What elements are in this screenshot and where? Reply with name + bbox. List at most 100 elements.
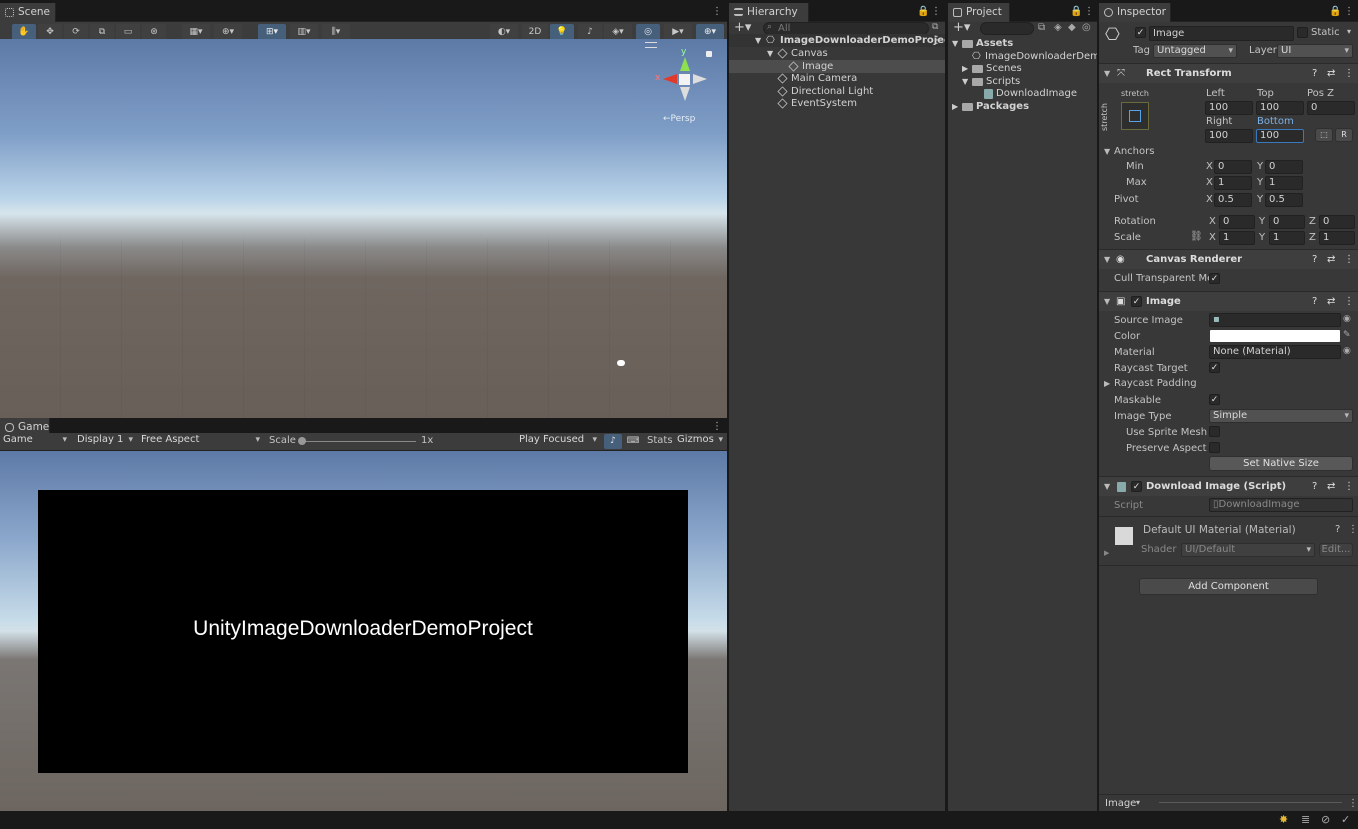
component-menu-icon[interactable]: ⋮ xyxy=(1344,292,1354,312)
mute-audio-icon[interactable]: ♪ xyxy=(604,434,622,449)
right-field[interactable]: 100 xyxy=(1205,129,1253,143)
camera-settings-icon[interactable]: ▶▾ xyxy=(664,24,692,40)
global-toggle-icon[interactable]: ⊕▾ xyxy=(214,24,242,40)
anchor-presets-button[interactable] xyxy=(1121,102,1149,130)
scene-menu-icon[interactable]: ⋮ xyxy=(932,34,942,47)
project-search-input[interactable] xyxy=(980,22,1034,35)
collapse-arrow-icon[interactable]: ▶ xyxy=(962,62,968,75)
scene-visibility-icon[interactable]: ⧉ xyxy=(932,22,938,32)
cull-transparent-checkbox[interactable]: ✓ xyxy=(1209,273,1220,284)
anchors-foldout-icon[interactable]: ▼ xyxy=(1104,147,1110,156)
anchor-max-y-field[interactable]: 1 xyxy=(1265,176,1303,190)
script-enabled-checkbox[interactable]: ✓ xyxy=(1131,481,1142,492)
rotate-tool-icon[interactable]: ⟳ xyxy=(64,24,88,40)
pivot-x-field[interactable]: 0.5 xyxy=(1214,193,1252,207)
snap-toggle-icon[interactable]: ⊞▾ xyxy=(258,24,286,40)
material-foldout-icon[interactable]: ▶ xyxy=(1104,549,1109,557)
help-icon[interactable]: ? xyxy=(1312,250,1317,270)
pivot-y-field[interactable]: 0.5 xyxy=(1265,193,1303,207)
hierarchy-item-scene[interactable]: ▼ ⎔ ImageDownloaderDemoProject ⋮ xyxy=(729,34,945,47)
object-picker-icon[interactable]: ◉ xyxy=(1343,346,1351,356)
foldout-arrow-icon[interactable]: ▼ xyxy=(1104,292,1110,312)
preserve-aspect-checkbox[interactable] xyxy=(1209,442,1220,453)
shading-mode-icon[interactable]: ◐▾ xyxy=(490,24,518,40)
source-image-field[interactable]: ▪ xyxy=(1209,313,1341,327)
rect-transform-header[interactable]: ▼ ⤧ Rect Transform ? ⇄ ⋮ xyxy=(1099,63,1358,83)
foldout-arrow-icon[interactable]: ▼ xyxy=(1104,477,1110,497)
raycast-padding-foldout-icon[interactable]: ▶ xyxy=(1104,379,1110,388)
hierarchy-item-eventsystem[interactable]: EventSystem xyxy=(729,97,945,110)
component-menu-icon[interactable]: ⋮ xyxy=(1344,250,1354,270)
footer-dropdown-icon[interactable]: ▾ xyxy=(1136,798,1140,807)
favorite-icon[interactable]: ◆ xyxy=(1068,22,1076,33)
scene-viewport[interactable]: y x ←Persp xyxy=(0,39,727,418)
rotation-z-field[interactable]: 0 xyxy=(1319,215,1355,229)
create-asset-icon[interactable]: +▾ xyxy=(953,20,970,35)
raycast-padding-label[interactable]: Raycast Padding xyxy=(1114,378,1197,389)
shader-select[interactable]: UI/Default xyxy=(1181,543,1315,557)
static-checkbox[interactable] xyxy=(1297,27,1308,38)
add-component-button[interactable]: Add Component xyxy=(1139,578,1318,595)
constrain-proportions-icon[interactable]: ⛓ xyxy=(1190,231,1203,242)
lighting-progress-icon[interactable]: ✸ xyxy=(1279,813,1288,826)
canvas-renderer-header[interactable]: ▼ ◉ Canvas Renderer ? ⇄ ⋮ xyxy=(1099,249,1358,269)
scale-tool-icon[interactable]: ⧉ xyxy=(90,24,114,40)
display-select[interactable]: Display 1 xyxy=(74,434,136,448)
search-by-type-icon[interactable]: ⧉ xyxy=(1038,22,1045,33)
lighting-toggle-icon[interactable]: 💡 xyxy=(550,24,574,40)
scale-z-field[interactable]: 1 xyxy=(1319,231,1355,245)
rotation-y-field[interactable]: 0 xyxy=(1269,215,1305,229)
game-view-select[interactable]: Game xyxy=(0,434,70,448)
game-viewport[interactable]: UnityImageDownloaderDemoProject xyxy=(0,451,727,811)
help-icon[interactable]: ? xyxy=(1312,292,1317,312)
image-component-header[interactable]: ▼ ▣ ✓ Image ? ⇄ ⋮ xyxy=(1099,291,1358,311)
hierarchy-item-main-camera[interactable]: Main Camera xyxy=(729,72,945,85)
gizmo-toggle-icon[interactable]: ▦▾ xyxy=(182,24,210,40)
project-item-downloadimage[interactable]: DownloadImage xyxy=(948,87,1097,100)
gizmos-select[interactable]: Gizmos xyxy=(674,434,726,448)
edit-shader-button[interactable]: Edit... xyxy=(1319,543,1353,557)
expand-arrow-icon[interactable]: ▼ xyxy=(755,34,761,47)
set-native-size-button[interactable]: Set Native Size xyxy=(1209,456,1353,471)
scene-tab-menu-icon[interactable]: ⋮ xyxy=(712,6,722,18)
expand-arrow-icon[interactable]: ▼ xyxy=(767,47,773,60)
inspector-tab-menu-icon[interactable]: ⋮ xyxy=(1344,6,1354,18)
foldout-arrow-icon[interactable]: ▼ xyxy=(1104,250,1110,270)
expand-arrow-icon[interactable]: ▼ xyxy=(952,37,958,50)
hierarchy-tab-menu-icon[interactable]: ⋮ xyxy=(931,6,941,18)
audio-toggle-icon[interactable]: ♪ xyxy=(578,24,602,40)
footer-object-label[interactable]: Image xyxy=(1105,798,1136,809)
rotation-x-field[interactable]: 0 xyxy=(1219,215,1255,229)
game-tab-menu-icon[interactable]: ⋮ xyxy=(712,421,722,433)
increment-snap-icon[interactable]: ⫼▾ xyxy=(322,24,350,40)
component-menu-icon[interactable]: ⋮ xyxy=(1344,64,1354,84)
presets-icon[interactable]: ⇄ xyxy=(1327,64,1335,84)
component-menu-icon[interactable]: ⋮ xyxy=(1348,524,1358,535)
anchors-label[interactable]: Anchors xyxy=(1114,146,1154,157)
blueprint-mode-button[interactable]: ⬚ xyxy=(1315,128,1333,142)
add-object-icon[interactable]: +▾ xyxy=(734,20,751,35)
network-icon[interactable]: ⊘ xyxy=(1321,813,1330,826)
image-type-select[interactable]: Simple xyxy=(1209,409,1353,423)
help-icon[interactable]: ? xyxy=(1335,524,1340,535)
layer-select[interactable]: UI xyxy=(1277,44,1353,58)
presets-icon[interactable]: ⇄ xyxy=(1327,250,1335,270)
collapse-arrow-icon[interactable]: ▶ xyxy=(952,100,958,113)
hidden-objects-icon[interactable]: ◎ xyxy=(636,24,660,40)
effects-toggle-icon[interactable]: ◈▾ xyxy=(604,24,632,40)
project-item-assets[interactable]: ▼ Assets xyxy=(948,37,1097,50)
object-picker-icon[interactable]: ◉ xyxy=(1343,314,1351,324)
project-item-packages[interactable]: ▶ Packages xyxy=(948,100,1097,113)
anchor-min-x-field[interactable]: 0 xyxy=(1214,160,1252,174)
foldout-arrow-icon[interactable]: ▼ xyxy=(1104,64,1110,84)
active-checkbox[interactable]: ✓ xyxy=(1135,27,1146,38)
light-gizmo-icon[interactable] xyxy=(617,360,625,366)
color-swatch[interactable] xyxy=(1210,330,1340,342)
scale-slider-handle[interactable] xyxy=(298,437,306,445)
hidden-packages-icon[interactable]: ◎ xyxy=(1082,22,1091,33)
shortcuts-icon[interactable]: ⌨ xyxy=(625,434,641,449)
anchor-min-y-field[interactable]: 0 xyxy=(1265,160,1303,174)
component-menu-icon[interactable]: ⋮ xyxy=(1344,477,1354,497)
aspect-select[interactable]: Free Aspect xyxy=(138,434,263,448)
collab-icon[interactable]: ✓ xyxy=(1341,813,1350,826)
